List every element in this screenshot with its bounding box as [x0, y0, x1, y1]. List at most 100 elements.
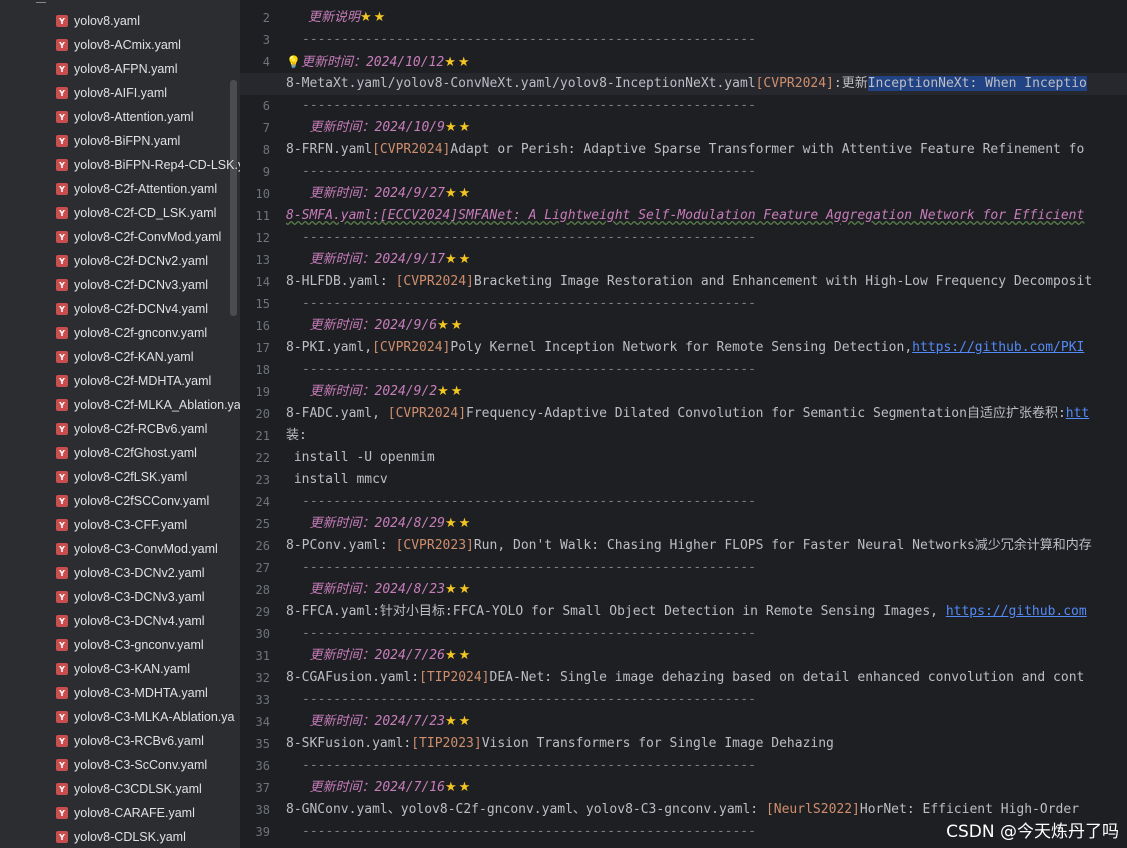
file-name: yolov8-CARAFE.yaml — [74, 806, 195, 820]
file-name: yolov8-C3-ConvMod.yaml — [74, 542, 218, 556]
file-tree-item[interactable]: Yyolov8-C2f-gnconv.yaml — [56, 321, 207, 345]
update-label: 更新时间： — [300, 55, 366, 70]
file-tree-item[interactable]: Yyolov8-C2f-DCNv2.yaml — [56, 249, 208, 273]
yaml-file-icon: Y — [56, 831, 68, 843]
line-number: 6 — [262, 99, 270, 113]
github-link[interactable]: https://github.com — [946, 604, 1087, 619]
file-tree-item[interactable]: Yyolov8-C3-DCNv3.yaml — [56, 585, 205, 609]
yaml-file-icon: Y — [56, 807, 68, 819]
file-tree-item[interactable]: Yyolov8-C2f-DCNv3.yaml — [56, 273, 208, 297]
file-name: yolov8-C3-KAN.yaml — [74, 662, 191, 676]
file-tree-item[interactable]: Yyolov8-C3-RCBv6.yaml — [56, 729, 204, 753]
conference-tag: [TIP2023] — [411, 736, 482, 751]
file-tree-item[interactable]: Yyolov8-C2f-MDHTA.yaml — [56, 369, 211, 393]
code-line: 8-MetaXt.yaml/yolov8-ConvNeXt.yaml/yolov… — [286, 73, 1087, 95]
conference-tag: [CVPR2024] — [755, 76, 834, 91]
file-tree-item[interactable]: Yyolov8-C2fSCConv.yaml — [56, 489, 209, 513]
file-tree-item[interactable]: Yyolov8-ACmix.yaml — [56, 33, 181, 57]
file-tree-item[interactable]: Yyolov8-C3-gnconv.yaml — [56, 633, 204, 657]
file-tree-item[interactable]: Yyolov8-C2f-RCBv6.yaml — [56, 417, 207, 441]
file-name: yolov8-BiFPN.yaml — [74, 134, 181, 148]
code-line: 💡更新时间：2024/10/12★★ — [286, 51, 472, 73]
yaml-file-icon: Y — [56, 495, 68, 507]
file-tree-item[interactable]: Yyolov8-C3-MLKA-Ablation.ya — [56, 705, 235, 729]
file-name: yolov8-C2f-DCNv3.yaml — [74, 278, 209, 292]
file-tree-item[interactable]: Yyolov8-BiFPN-Rep4-CD-LSK.y — [56, 153, 240, 177]
selected-text[interactable]: InceptionNeXt: When Inceptio — [867, 76, 1087, 91]
yaml-file-icon: Y — [56, 615, 68, 627]
line-number: 38 — [255, 803, 270, 817]
file-tree-item[interactable]: Yyolov8-C2fLSK.yaml — [56, 465, 187, 489]
code-line: ----------------------------------------… — [302, 29, 756, 51]
yaml-file-icon: Y — [56, 567, 68, 579]
file-tree-item[interactable]: Yyolov8-C3CDLSK.yaml — [56, 777, 202, 801]
file-tree-item[interactable]: Yyolov8-C2f-Attention.yaml — [56, 177, 217, 201]
line-number: 11 — [255, 209, 270, 223]
separator-comment: ----------------------------------------… — [302, 362, 756, 377]
file-tree-item[interactable]: Yyolov8-C3-ScConv.yaml — [56, 753, 207, 777]
yaml-file-icon: Y — [56, 255, 68, 267]
conference-tag: [CVPR2023] — [395, 538, 474, 553]
file-tree-item[interactable]: Yyolov8-C3-MDHTA.yaml — [56, 681, 208, 705]
star-icon: ★★ — [444, 120, 473, 135]
yaml-file-icon: Y — [56, 687, 68, 699]
file-tree-item[interactable]: Yyolov8-C2f-KAN.yaml — [56, 345, 193, 369]
code-editor[interactable]: 更新说明★★ ----------------------------------… — [286, 0, 1127, 848]
file-tree-item[interactable]: Yyolov8-C3-KAN.yaml — [56, 657, 190, 681]
yaml-file-icon: Y — [56, 303, 68, 315]
code-line: 8-SMFA.yaml:[ECCV2024]SMFANet: A Lightwe… — [286, 205, 1084, 227]
github-link[interactable]: htt — [1066, 406, 1089, 421]
file-tree-item[interactable]: Yyolov8-Attention.yaml — [56, 105, 194, 129]
file-tree-item[interactable]: Yyolov8-C2f-DCNv4.yaml — [56, 297, 208, 321]
code-line: ----------------------------------------… — [302, 557, 756, 579]
file-tree-item[interactable]: Yyolov8-C3-DCNv4.yaml — [56, 609, 205, 633]
file-tree-item[interactable]: Yyolov8-AIFI.yaml — [56, 81, 167, 105]
file-name: yolov8-C2f-gnconv.yaml — [74, 326, 208, 340]
separator-comment: ----------------------------------------… — [302, 98, 756, 113]
yaml-file-icon: Y — [56, 471, 68, 483]
code-line: 更新说明★★ — [308, 7, 387, 29]
file-tree-item[interactable]: Yyolov8-CARAFE.yaml — [56, 801, 195, 825]
update-label: 更新时间： — [309, 780, 375, 795]
github-link[interactable]: https://github.com/PKI — [912, 340, 1084, 355]
description-text: Frequency-Adaptive Dilated Convolution f… — [466, 406, 1066, 421]
line-number: 31 — [255, 649, 270, 663]
file-name: yolov8-AIFI.yaml — [74, 86, 168, 100]
file-tree-item[interactable]: Yyolov8.yaml — [56, 9, 140, 33]
code-line: ----------------------------------------… — [302, 161, 756, 183]
yaml-filename-text: 8-FRFN.yaml — [286, 142, 373, 157]
lightbulb-icon[interactable]: 💡 — [286, 55, 301, 69]
yaml-file-icon: Y — [56, 279, 68, 291]
line-number: 7 — [262, 121, 270, 135]
sidebar-scrollbar[interactable] — [230, 80, 237, 316]
file-tree-item[interactable]: Yyolov8-C2f-MLKA_Ablation.ya — [56, 393, 240, 417]
code-line: 装: — [286, 425, 307, 447]
update-label: 更新时间： — [309, 648, 375, 663]
file-tree-item[interactable]: Yyolov8-C3-ConvMod.yaml — [56, 537, 218, 561]
line-number: 14 — [255, 275, 270, 289]
line-number: 28 — [255, 583, 270, 597]
code-line: ----------------------------------------… — [302, 491, 756, 513]
file-name: yolov8-C3-MLKA-Ablation.ya — [74, 710, 235, 724]
line-number: 39 — [255, 825, 270, 839]
file-name: yolov8-ACmix.yaml — [74, 38, 181, 52]
file-tree-item[interactable]: Yyolov8-C2f-ConvMod.yaml — [56, 225, 221, 249]
line-number: 35 — [255, 737, 270, 751]
file-tree-item[interactable]: Yyolov8-CDLSK.yaml — [56, 825, 186, 848]
line-number: 3 — [262, 33, 270, 47]
file-tree-item[interactable]: Yyolov8-C3-DCNv2.yaml — [56, 561, 205, 585]
file-tree-item[interactable]: Yyolov8-C3-CFF.yaml — [56, 513, 187, 537]
update-date: 2024/9/2 — [374, 384, 438, 399]
line-number: 9 — [262, 165, 270, 179]
file-tree-item[interactable]: Yyolov8-BiFPN.yaml — [56, 129, 180, 153]
file-tree-item[interactable]: Yyolov8-C2fGhost.yaml — [56, 441, 197, 465]
file-name: yolov8-C2f-DCNv2.yaml — [74, 254, 209, 268]
separator-comment: ----------------------------------------… — [302, 758, 756, 773]
line-number: 24 — [255, 495, 270, 509]
update-label: 更新时间： — [309, 186, 375, 201]
yaml-filename-text: 8-GNConv.yaml、yolov8-C2f-gnconv.yaml、yol… — [286, 802, 766, 817]
update-description-label: 更新说明 — [308, 10, 361, 25]
file-name: yolov8-C2f-DCNv4.yaml — [74, 302, 209, 316]
file-tree-item[interactable]: Yyolov8-C2f-CD_LSK.yaml — [56, 201, 216, 225]
file-tree-item[interactable]: Yyolov8-AFPN.yaml — [56, 57, 178, 81]
